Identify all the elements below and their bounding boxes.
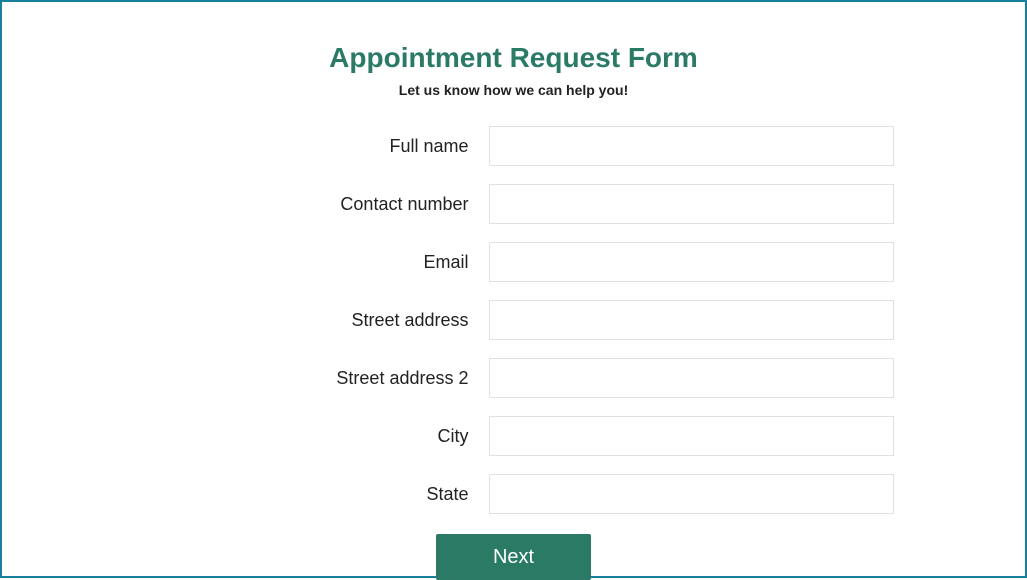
next-button[interactable]: Next <box>436 534 591 580</box>
input-full-name[interactable] <box>489 126 894 166</box>
form-fields: Full name Contact number Email Street ad… <box>2 126 1025 514</box>
label-city: City <box>134 426 489 447</box>
label-email: Email <box>134 252 489 273</box>
row-state: State <box>134 474 894 514</box>
row-city: City <box>134 416 894 456</box>
input-contact-number[interactable] <box>489 184 894 224</box>
form-title: Appointment Request Form <box>329 42 698 74</box>
row-email: Email <box>134 242 894 282</box>
form-container: Appointment Request Form Let us know how… <box>2 2 1025 580</box>
label-full-name: Full name <box>134 136 489 157</box>
form-subtitle: Let us know how we can help you! <box>399 82 628 98</box>
label-street-address-2: Street address 2 <box>134 368 489 389</box>
row-street-address: Street address <box>134 300 894 340</box>
label-state: State <box>134 484 489 505</box>
input-street-address[interactable] <box>489 300 894 340</box>
row-full-name: Full name <box>134 126 894 166</box>
input-street-address-2[interactable] <box>489 358 894 398</box>
input-city[interactable] <box>489 416 894 456</box>
button-row: Next <box>2 534 1025 580</box>
label-contact-number: Contact number <box>134 194 489 215</box>
row-street-address-2: Street address 2 <box>134 358 894 398</box>
input-state[interactable] <box>489 474 894 514</box>
row-contact-number: Contact number <box>134 184 894 224</box>
input-email[interactable] <box>489 242 894 282</box>
label-street-address: Street address <box>134 310 489 331</box>
